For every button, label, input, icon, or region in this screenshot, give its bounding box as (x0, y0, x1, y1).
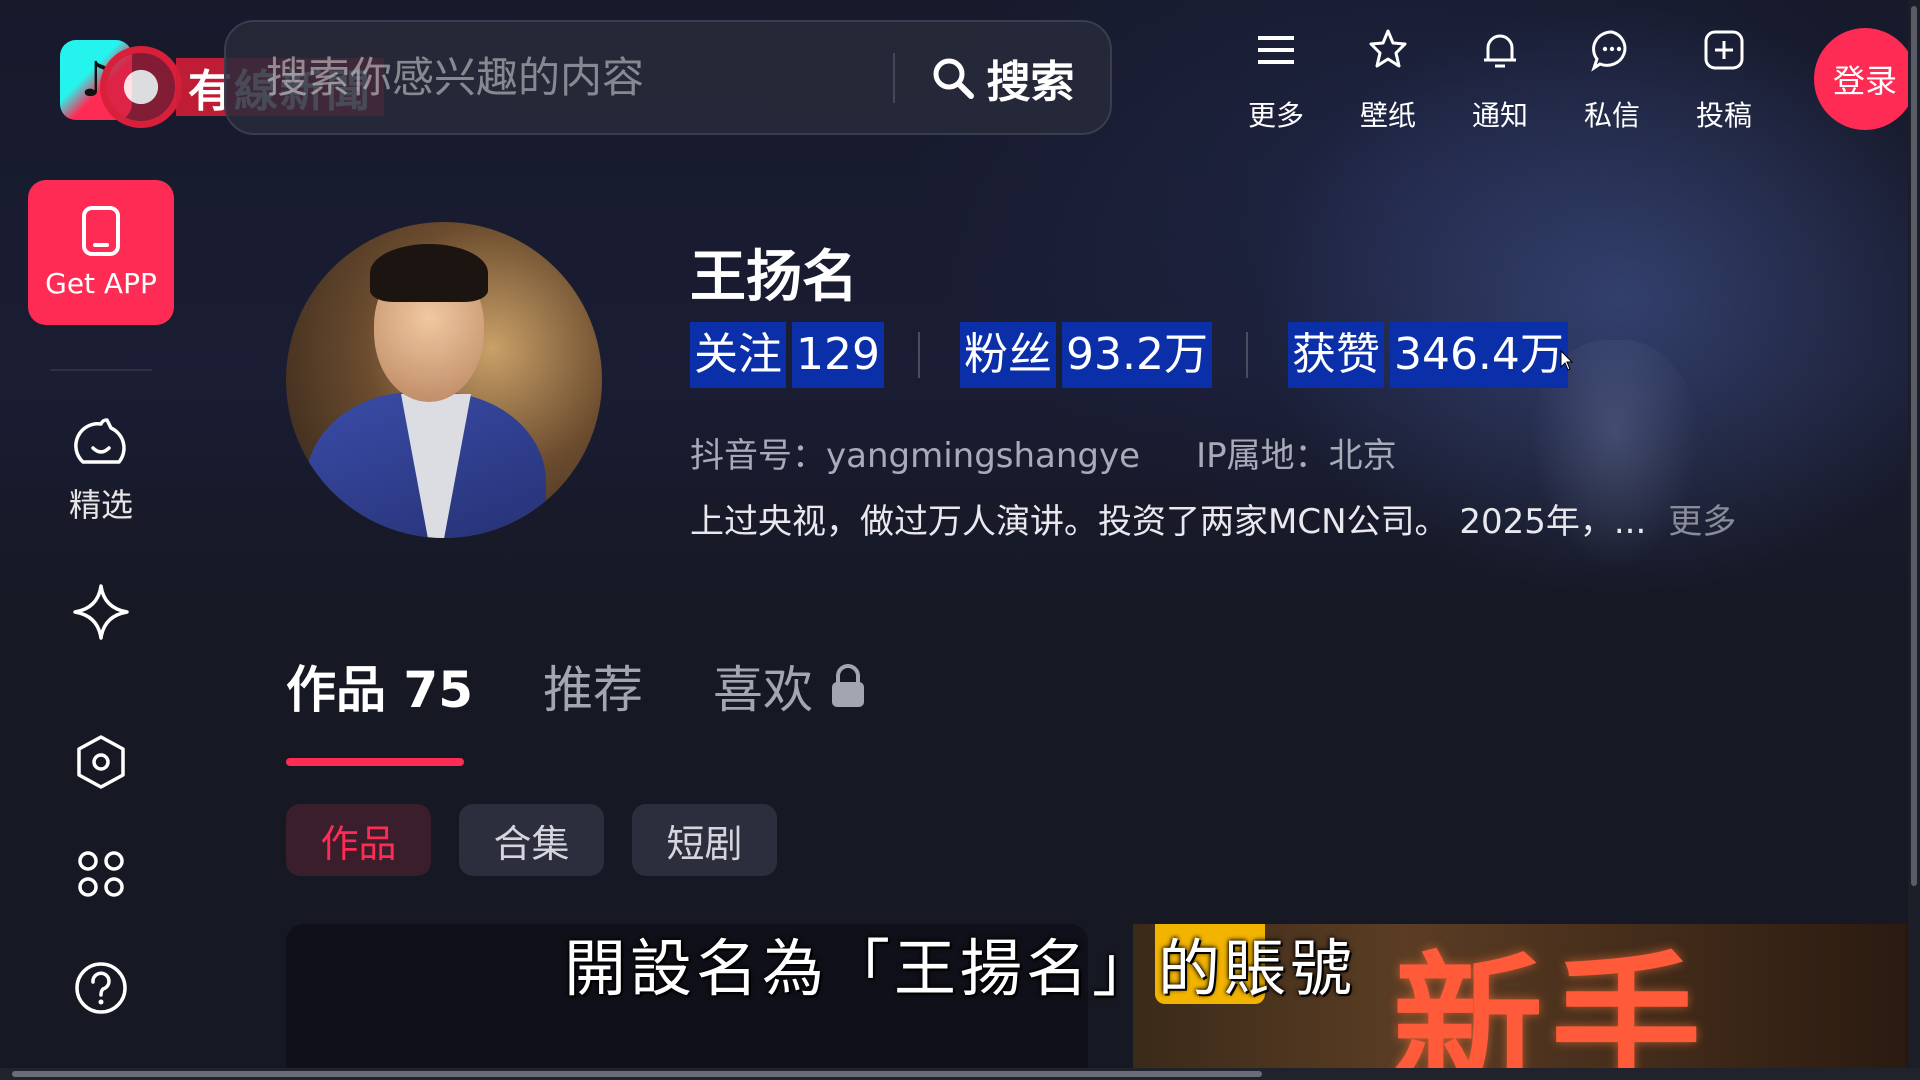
following-stat[interactable]: 关注 129 (690, 322, 884, 388)
notification-label: 通知 (1471, 99, 1528, 132)
upload-button[interactable]: 投稿 (1668, 20, 1780, 134)
phone-icon (82, 206, 120, 256)
vertical-scrollbar-thumb[interactable] (1911, 6, 1917, 886)
apps-icon (78, 851, 124, 897)
featured-icon (74, 418, 126, 464)
chip-works[interactable]: 作品 (286, 804, 431, 876)
tab-works[interactable]: 作品 75 (286, 650, 473, 722)
tab-label: 作品 75 (286, 661, 473, 719)
search-button[interactable]: 搜索 (895, 22, 1110, 133)
likes-label: 获赞 (1287, 322, 1384, 388)
vertical-scrollbar[interactable] (1908, 0, 1920, 1068)
notification-button[interactable]: 通知 (1444, 20, 1556, 134)
following-label: 关注 (690, 322, 786, 388)
top-actions: 更多 壁纸 通知 私信 投稿 (1220, 20, 1780, 134)
ip-location: IP属地：北京 (1196, 436, 1397, 476)
wallpaper-icon (1363, 20, 1413, 80)
active-tab-indicator (286, 758, 464, 766)
avatar-hair (370, 244, 488, 302)
sidebar-item-discover[interactable] (50, 582, 152, 642)
search-button-label: 搜索 (986, 56, 1075, 108)
chip-collections[interactable]: 合集 (459, 804, 604, 876)
bell-icon (1475, 20, 1525, 80)
message-label: 私信 (1583, 99, 1640, 132)
news-logo-icon (100, 46, 182, 128)
sidebar-item-label: 精选 (68, 486, 133, 524)
stat-divider (1245, 332, 1248, 378)
following-count: 129 (792, 322, 884, 388)
tab-label: 推荐 (543, 661, 643, 719)
bio-more-link[interactable]: 更多 (1668, 494, 1736, 543)
more-label: 更多 (1247, 99, 1304, 132)
sidebar-item-settings[interactable] (50, 734, 152, 790)
tab-recommend[interactable]: 推荐 (543, 650, 643, 722)
upload-icon (1699, 20, 1749, 80)
profile-stats: 关注 129 粉丝 93.2万 获赞 346.4万 (690, 322, 1568, 388)
tab-likes[interactable]: 喜欢 (713, 650, 867, 722)
douyin-id: 抖音号：yangmingshangye (690, 436, 1141, 476)
tab-label: 喜欢 (713, 661, 813, 719)
profile-tabs: 作品 75 推荐 喜欢 (286, 650, 937, 722)
sidebar-item-featured[interactable]: 精选 (50, 412, 152, 526)
sparkle-icon (73, 584, 129, 640)
mouse-cursor-icon (1560, 350, 1574, 371)
followers-label: 粉丝 (959, 322, 1056, 388)
likes-count: 346.4万 (1389, 322, 1568, 388)
upload-label: 投稿 (1695, 99, 1752, 132)
horizontal-scrollbar[interactable] (0, 1068, 1920, 1080)
settings-icon (77, 735, 125, 789)
wallpaper-label: 壁纸 (1359, 99, 1416, 132)
profile-bio: 上过央视，做过万人演讲。投资了两家MCN公司。 2025年，... 更多 (690, 494, 1736, 543)
get-app-label: Get APP (45, 267, 157, 300)
lock-icon (832, 664, 864, 707)
news-subtitle: 開設名為「王揚名」的賬號 (563, 932, 1356, 1005)
sidebar-item-apps[interactable] (50, 848, 152, 900)
horizontal-scrollbar-thumb[interactable] (12, 1071, 1262, 1077)
wallpaper-button[interactable]: 壁纸 (1332, 20, 1444, 134)
followers-stat[interactable]: 粉丝 93.2万 (959, 322, 1212, 388)
profile-name: 王扬名 (690, 245, 858, 310)
sidebar-divider (50, 369, 152, 371)
more-button[interactable]: 更多 (1220, 20, 1332, 134)
works-filter-chips: 作品 合集 短剧 (286, 804, 777, 876)
search-box: 搜索 (224, 20, 1112, 135)
chip-short-dramas[interactable]: 短剧 (632, 804, 777, 876)
message-icon (1587, 20, 1637, 80)
likes-stat: 获赞 346.4万 (1287, 322, 1568, 388)
message-button[interactable]: 私信 (1556, 20, 1668, 134)
profile-meta: 抖音号：yangmingshangye IP属地：北京 (690, 428, 1397, 477)
search-icon (933, 58, 974, 99)
bio-text: 上过央视，做过万人演讲。投资了两家MCN公司。 2025年，... (690, 502, 1647, 542)
get-app-button[interactable]: Get APP (28, 180, 174, 325)
menu-icon (1251, 20, 1301, 80)
stat-divider (917, 332, 920, 378)
login-button[interactable]: 登录 (1814, 28, 1916, 130)
followers-count: 93.2万 (1061, 322, 1212, 388)
avatar[interactable] (286, 222, 602, 538)
search-input[interactable] (226, 22, 893, 133)
